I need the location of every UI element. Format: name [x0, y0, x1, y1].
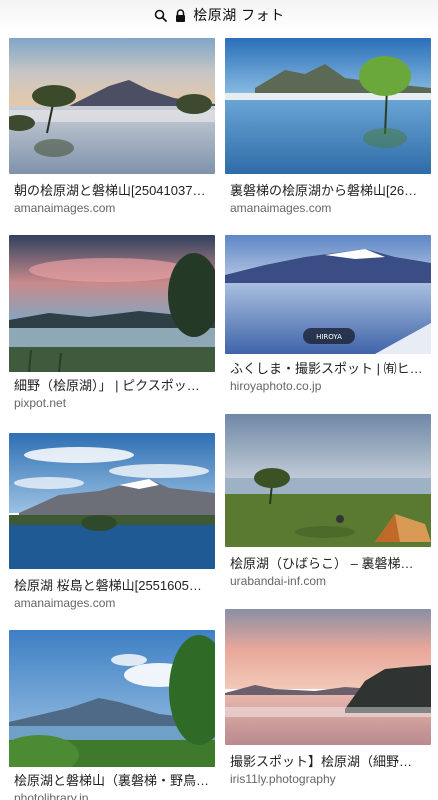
result-source: amanaimages.com	[14, 596, 116, 610]
result-thumbnail[interactable]	[9, 433, 215, 569]
watermark-text: HIROYA	[316, 333, 342, 341]
result-card[interactable]: 細野（桧原湖）」 | ピクスポッ… pixpot.net	[9, 235, 215, 415]
result-thumbnail[interactable]	[225, 609, 431, 745]
result-card[interactable]: 朝の桧原湖と磐梯山[25041037… amanaimages.com	[9, 38, 215, 218]
result-title[interactable]: 桧原湖（ひばらこ） – 裏磐梯…	[230, 556, 428, 572]
result-thumbnail[interactable]	[9, 38, 215, 174]
result-title[interactable]: ふくしま・撮影スポット | ㈲ヒ…	[230, 361, 428, 377]
result-source: urabandai-inf.com	[230, 574, 327, 588]
result-card[interactable]: 撮影スポット】桧原湖（細野… iris11ly.photography	[225, 609, 431, 786]
result-card[interactable]: 桧原湖と磐梯山（裏磐梯・野鳥… photolibrary.jp	[9, 630, 215, 800]
result-card[interactable]: HIROYA ふくしま・撮影スポット | ㈲ヒ… hiroyaphoto.co.…	[225, 235, 431, 400]
result-thumbnail[interactable]: HIROYA	[225, 235, 431, 354]
page-title: 桧原湖 フォト	[193, 7, 285, 23]
result-source: iris11ly.photography	[230, 772, 336, 786]
lock-icon	[173, 8, 187, 22]
result-title[interactable]: 撮影スポット】桧原湖（細野…	[230, 754, 428, 770]
result-thumbnail[interactable]	[225, 38, 431, 174]
result-title[interactable]: 朝の桧原湖と磐梯山[25041037…	[14, 183, 212, 199]
result-title[interactable]: 裏磐梯の桧原湖から磐梯山[26…	[230, 183, 428, 199]
result-thumbnail[interactable]	[9, 630, 215, 767]
search-icon	[153, 8, 167, 22]
result-source: amanaimages.com	[230, 201, 332, 215]
result-card[interactable]: 桧原湖 桜島と磐梯山[2551605… amanaimages.com	[9, 433, 215, 613]
result-card[interactable]: 裏磐梯の桧原湖から磐梯山[26… amanaimages.com	[225, 38, 431, 218]
result-title[interactable]: 桧原湖 桜島と磐梯山[2551605…	[14, 578, 212, 594]
result-thumbnail[interactable]	[225, 414, 431, 547]
address-bar[interactable]: 桧原湖 フォト	[0, 0, 438, 30]
result-title[interactable]: 細野（桧原湖）」 | ピクスポッ…	[14, 378, 212, 394]
result-source: pixpot.net	[14, 396, 67, 410]
result-thumbnail[interactable]	[9, 235, 215, 372]
result-title[interactable]: 桧原湖と磐梯山（裏磐梯・野鳥…	[14, 773, 212, 789]
result-source: photolibrary.jp	[14, 791, 89, 800]
result-source: hiroyaphoto.co.jp	[230, 379, 322, 393]
result-card[interactable]: 桧原湖（ひばらこ） – 裏磐梯… urabandai-inf.com	[225, 414, 431, 594]
result-source: amanaimages.com	[14, 201, 116, 215]
